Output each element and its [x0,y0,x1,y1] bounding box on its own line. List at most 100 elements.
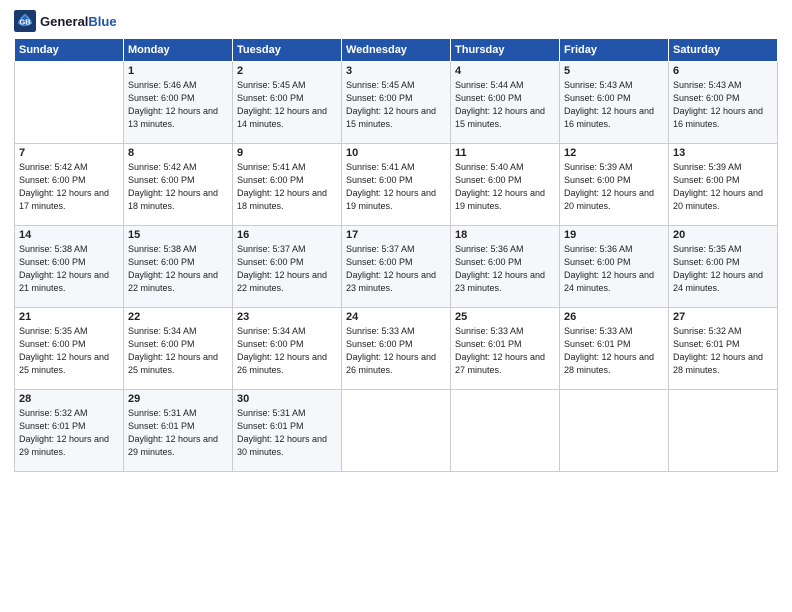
sunset-label: Sunset: 6:00 PM [673,93,740,103]
sunrise-label: Sunrise: 5:45 AM [346,80,415,90]
day-number: 20 [673,229,773,241]
header: GB GeneralBlue [14,10,778,32]
sunrise-label: Sunrise: 5:33 AM [564,326,633,336]
calendar-cell: 27 Sunrise: 5:32 AM Sunset: 6:01 PM Dayl… [669,308,778,390]
calendar-cell: 23 Sunrise: 5:34 AM Sunset: 6:00 PM Dayl… [233,308,342,390]
sunset-label: Sunset: 6:00 PM [346,93,413,103]
day-info: Sunrise: 5:36 AM Sunset: 6:00 PM Dayligh… [564,243,664,295]
weekday-header: Friday [560,39,669,62]
sunrise-label: Sunrise: 5:40 AM [455,162,524,172]
sunset-label: Sunset: 6:00 PM [346,339,413,349]
sunrise-label: Sunrise: 5:36 AM [455,244,524,254]
day-number: 4 [455,65,555,77]
calendar-cell: 2 Sunrise: 5:45 AM Sunset: 6:00 PM Dayli… [233,62,342,144]
sunrise-label: Sunrise: 5:38 AM [19,244,88,254]
sunrise-label: Sunrise: 5:33 AM [455,326,524,336]
sunset-label: Sunset: 6:00 PM [673,257,740,267]
daylight-label: Daylight: 12 hours and 20 minutes. [564,188,654,211]
sunset-label: Sunset: 6:00 PM [673,175,740,185]
sunset-label: Sunset: 6:00 PM [128,175,195,185]
sunset-label: Sunset: 6:00 PM [346,175,413,185]
calendar-cell: 17 Sunrise: 5:37 AM Sunset: 6:00 PM Dayl… [342,226,451,308]
day-info: Sunrise: 5:37 AM Sunset: 6:00 PM Dayligh… [346,243,446,295]
day-info: Sunrise: 5:45 AM Sunset: 6:00 PM Dayligh… [346,79,446,131]
day-info: Sunrise: 5:43 AM Sunset: 6:00 PM Dayligh… [673,79,773,131]
day-number: 13 [673,147,773,159]
daylight-label: Daylight: 12 hours and 23 minutes. [455,270,545,293]
sunset-label: Sunset: 6:01 PM [237,421,304,431]
daylight-label: Daylight: 12 hours and 29 minutes. [128,434,218,457]
day-number: 27 [673,311,773,323]
day-number: 6 [673,65,773,77]
day-number: 9 [237,147,337,159]
daylight-label: Daylight: 12 hours and 15 minutes. [455,106,545,129]
daylight-label: Daylight: 12 hours and 16 minutes. [673,106,763,129]
daylight-label: Daylight: 12 hours and 26 minutes. [237,352,327,375]
day-number: 14 [19,229,119,241]
day-info: Sunrise: 5:34 AM Sunset: 6:00 PM Dayligh… [237,325,337,377]
day-info: Sunrise: 5:32 AM Sunset: 6:01 PM Dayligh… [673,325,773,377]
sunrise-label: Sunrise: 5:33 AM [346,326,415,336]
calendar-cell: 1 Sunrise: 5:46 AM Sunset: 6:00 PM Dayli… [124,62,233,144]
sunset-label: Sunset: 6:00 PM [237,175,304,185]
weekday-header: Saturday [669,39,778,62]
calendar-cell: 26 Sunrise: 5:33 AM Sunset: 6:01 PM Dayl… [560,308,669,390]
calendar-week-row: 28 Sunrise: 5:32 AM Sunset: 6:01 PM Dayl… [15,390,778,472]
daylight-label: Daylight: 12 hours and 28 minutes. [564,352,654,375]
day-number: 11 [455,147,555,159]
daylight-label: Daylight: 12 hours and 24 minutes. [564,270,654,293]
calendar-cell: 13 Sunrise: 5:39 AM Sunset: 6:00 PM Dayl… [669,144,778,226]
day-info: Sunrise: 5:42 AM Sunset: 6:00 PM Dayligh… [128,161,228,213]
day-info: Sunrise: 5:39 AM Sunset: 6:00 PM Dayligh… [564,161,664,213]
sunset-label: Sunset: 6:01 PM [19,421,86,431]
calendar-cell: 8 Sunrise: 5:42 AM Sunset: 6:00 PM Dayli… [124,144,233,226]
day-info: Sunrise: 5:33 AM Sunset: 6:01 PM Dayligh… [455,325,555,377]
sunrise-label: Sunrise: 5:43 AM [564,80,633,90]
sunset-label: Sunset: 6:01 PM [564,339,631,349]
day-info: Sunrise: 5:40 AM Sunset: 6:00 PM Dayligh… [455,161,555,213]
day-info: Sunrise: 5:35 AM Sunset: 6:00 PM Dayligh… [19,325,119,377]
sunset-label: Sunset: 6:01 PM [128,421,195,431]
calendar-cell: 14 Sunrise: 5:38 AM Sunset: 6:00 PM Dayl… [15,226,124,308]
daylight-label: Daylight: 12 hours and 14 minutes. [237,106,327,129]
sunset-label: Sunset: 6:00 PM [19,175,86,185]
sunrise-label: Sunrise: 5:44 AM [455,80,524,90]
sunset-label: Sunset: 6:00 PM [346,257,413,267]
calendar-cell [669,390,778,472]
calendar-cell [451,390,560,472]
calendar-cell: 7 Sunrise: 5:42 AM Sunset: 6:00 PM Dayli… [15,144,124,226]
sunrise-label: Sunrise: 5:35 AM [673,244,742,254]
day-info: Sunrise: 5:44 AM Sunset: 6:00 PM Dayligh… [455,79,555,131]
sunrise-label: Sunrise: 5:34 AM [237,326,306,336]
daylight-label: Daylight: 12 hours and 13 minutes. [128,106,218,129]
day-info: Sunrise: 5:31 AM Sunset: 6:01 PM Dayligh… [237,407,337,459]
calendar-cell: 30 Sunrise: 5:31 AM Sunset: 6:01 PM Dayl… [233,390,342,472]
day-info: Sunrise: 5:31 AM Sunset: 6:01 PM Dayligh… [128,407,228,459]
sunrise-label: Sunrise: 5:45 AM [237,80,306,90]
calendar-cell: 20 Sunrise: 5:35 AM Sunset: 6:00 PM Dayl… [669,226,778,308]
calendar-cell: 24 Sunrise: 5:33 AM Sunset: 6:00 PM Dayl… [342,308,451,390]
calendar-body: 1 Sunrise: 5:46 AM Sunset: 6:00 PM Dayli… [15,62,778,472]
day-number: 19 [564,229,664,241]
sunrise-label: Sunrise: 5:41 AM [346,162,415,172]
weekday-header: Tuesday [233,39,342,62]
day-number: 1 [128,65,228,77]
sunrise-label: Sunrise: 5:42 AM [19,162,88,172]
calendar-cell: 18 Sunrise: 5:36 AM Sunset: 6:00 PM Dayl… [451,226,560,308]
sunrise-label: Sunrise: 5:37 AM [237,244,306,254]
sunset-label: Sunset: 6:00 PM [128,339,195,349]
day-number: 30 [237,393,337,405]
day-number: 21 [19,311,119,323]
day-info: Sunrise: 5:34 AM Sunset: 6:00 PM Dayligh… [128,325,228,377]
calendar-cell: 9 Sunrise: 5:41 AM Sunset: 6:00 PM Dayli… [233,144,342,226]
sunrise-label: Sunrise: 5:32 AM [19,408,88,418]
sunset-label: Sunset: 6:00 PM [237,93,304,103]
day-number: 12 [564,147,664,159]
daylight-label: Daylight: 12 hours and 30 minutes. [237,434,327,457]
sunrise-label: Sunrise: 5:36 AM [564,244,633,254]
sunrise-label: Sunrise: 5:46 AM [128,80,197,90]
daylight-label: Daylight: 12 hours and 25 minutes. [128,352,218,375]
sunset-label: Sunset: 6:00 PM [19,339,86,349]
sunrise-label: Sunrise: 5:43 AM [673,80,742,90]
weekday-header: Thursday [451,39,560,62]
